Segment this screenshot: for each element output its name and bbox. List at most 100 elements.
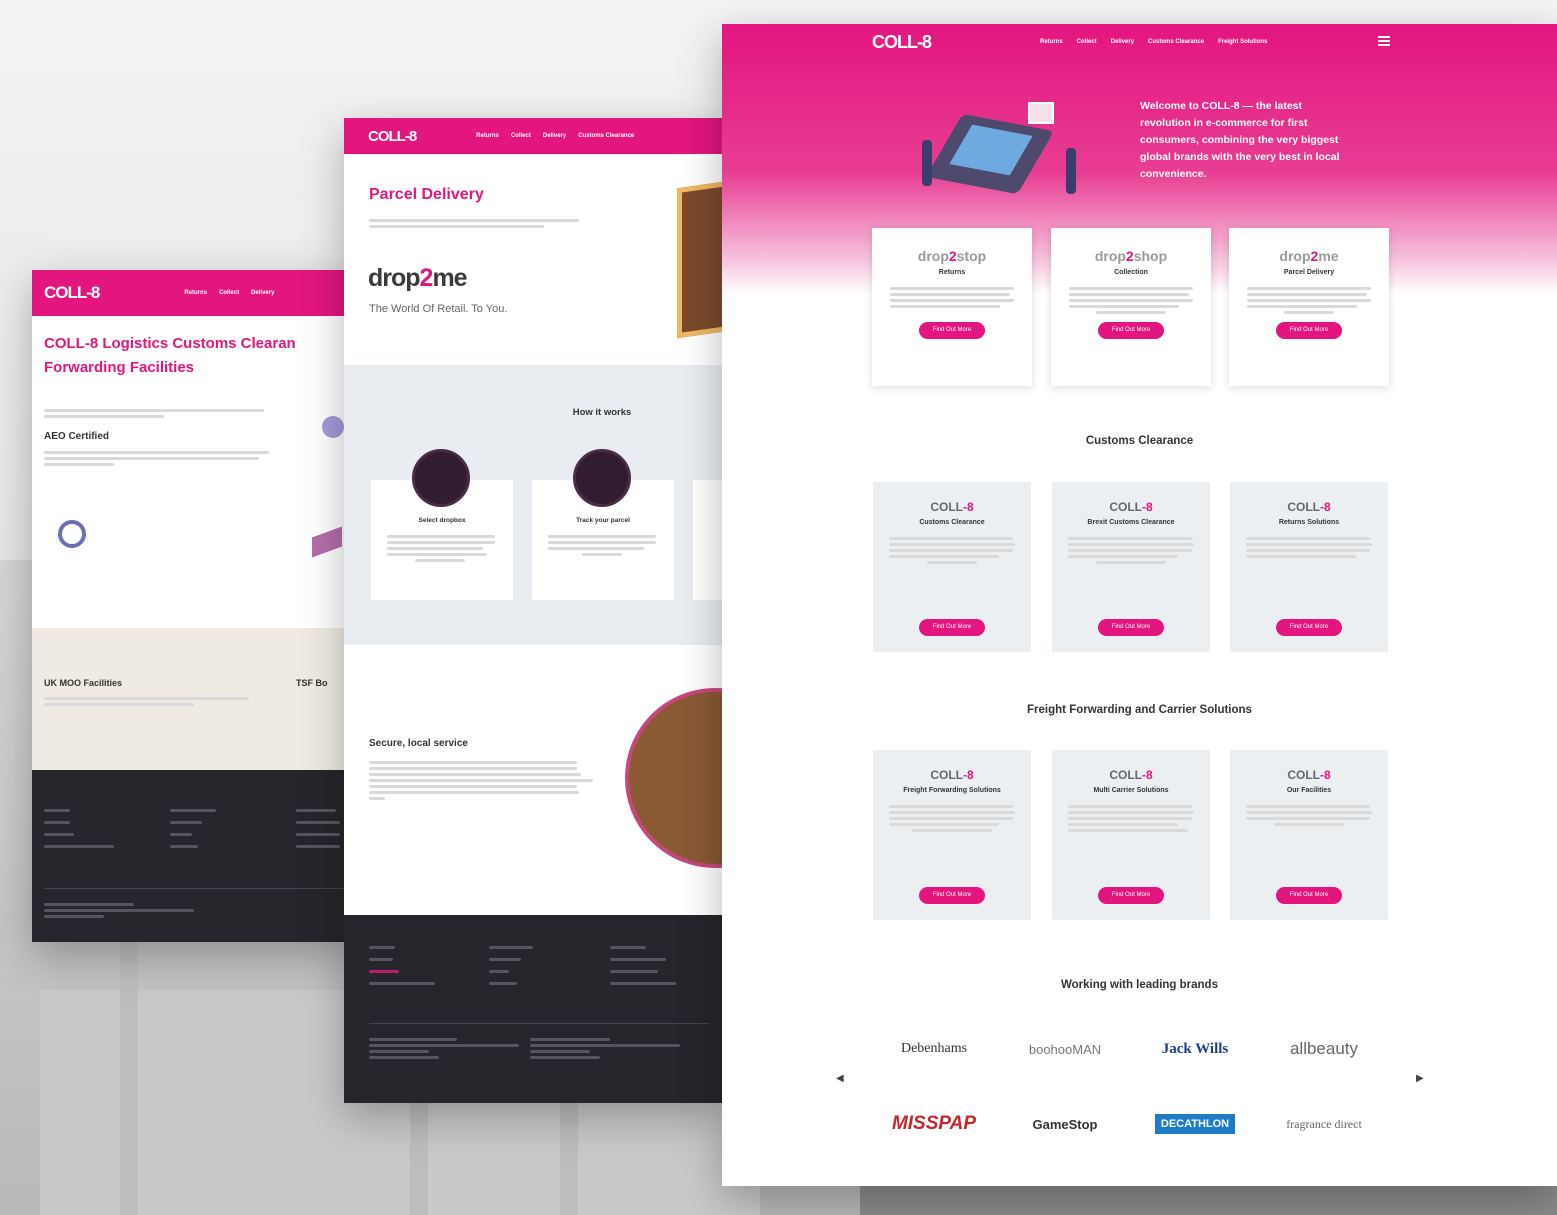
logo-part: drop <box>917 248 949 264</box>
carousel-next-icon[interactable]: ▶ <box>1416 1073 1424 1084</box>
card-title: Parcel Delivery <box>1283 269 1335 276</box>
logo-part: 2 <box>948 248 957 264</box>
service-photo <box>625 688 722 868</box>
decor-circle-icon <box>322 416 344 438</box>
coll8-mini-logo: COLL-8 <box>930 768 974 782</box>
customs-card: COLL-8 Brexit Customs Clearance Find Out… <box>1052 482 1210 652</box>
background-pillar <box>120 940 138 1215</box>
find-out-more-button[interactable]: Find Out More <box>1276 322 1342 339</box>
menu-icon[interactable] <box>1378 36 1390 46</box>
nav-link-returns[interactable]: Returns <box>1040 39 1063 45</box>
card-text <box>1229 276 1389 314</box>
logo-part: drop <box>1279 248 1311 264</box>
card-text <box>1052 794 1210 832</box>
card-title: Our Facilities <box>1286 787 1332 794</box>
card-title: Brexit Customs Clearance <box>1087 519 1175 526</box>
brand-jack-wills: Jack Wills <box>1161 1040 1229 1057</box>
footer-col <box>369 937 435 994</box>
brand-debenhams: Debenhams <box>900 1041 968 1056</box>
coll8-mini-logo: COLL-8 <box>1287 768 1331 782</box>
coll8-mini-logo: COLL-8 <box>1287 500 1331 514</box>
how-card-title: Select dropbox <box>418 517 466 524</box>
nav-link-collect[interactable]: Collect <box>1077 39 1097 45</box>
drop2stop-logo: drop2stop <box>872 248 1032 264</box>
hero-text: Welcome to COLL-8 — the latest revolutio… <box>1140 100 1340 180</box>
coll8-logo[interactable]: COLL-8 <box>368 128 417 145</box>
uk-moo-heading: UK MOO Facilities <box>44 678 123 688</box>
facilities-section: UK MOO Facilities TSF Bo <box>32 628 362 770</box>
logo-part: me <box>432 264 467 292</box>
parcel-delivery-card: drop2me Parcel Delivery Find Out More <box>1229 228 1389 386</box>
find-out-more-button[interactable]: Find Out More <box>919 887 985 904</box>
drop2shop-logo: drop2shop <box>1051 248 1211 264</box>
background-building-dark <box>860 1185 1557 1215</box>
illustration-icon <box>312 526 342 558</box>
nav-menu: Returns Collect Delivery Customs Clearan… <box>1040 39 1267 45</box>
coll8-logo[interactable]: COLL-8 <box>872 32 932 53</box>
card-text <box>1051 276 1211 314</box>
person-icon <box>922 140 932 186</box>
footer <box>344 915 722 1103</box>
nav-link-customs[interactable]: Customs Clearance <box>578 133 634 139</box>
nav-link-returns[interactable]: Returns <box>476 133 499 139</box>
intro-text <box>369 216 584 231</box>
drop2me-logo: drop2me <box>1229 248 1389 264</box>
nav-link-delivery[interactable]: Delivery <box>543 133 566 139</box>
footer-address <box>530 1035 680 1062</box>
coll8-mini-logo: COLL-8 <box>1109 500 1153 514</box>
customs-card: COLL-8 Customs Clearance Find Out More <box>873 482 1031 652</box>
footer-col <box>170 800 220 857</box>
find-out-more-button[interactable]: Find Out More <box>1098 887 1164 904</box>
brands-heading: Working with leading brands <box>1061 979 1218 991</box>
nav-link-collect[interactable]: Collect <box>511 133 531 139</box>
nav-link-delivery[interactable]: Delivery <box>251 290 274 296</box>
nav-link-freight[interactable]: Freight Solutions <box>1218 39 1267 45</box>
find-out-more-button[interactable]: Find Out More <box>919 619 985 636</box>
card-title: Freight Forwarding Solutions <box>903 787 1001 794</box>
find-out-more-button[interactable]: Find Out More <box>919 322 985 339</box>
page-title: Parcel Delivery <box>369 186 484 203</box>
nav-link-collect[interactable]: Collect <box>219 290 239 296</box>
tsf-heading: TSF Bo <box>296 678 328 688</box>
header-bar: COLL-8 Returns Collect Delivery Customs … <box>344 118 722 154</box>
footer-divider <box>369 1023 709 1024</box>
card-text <box>873 526 1031 564</box>
find-out-more-button[interactable]: Find Out More <box>1098 619 1164 636</box>
logo-part: 2 <box>419 264 434 292</box>
nav-link-customs[interactable]: Customs Clearance <box>1148 39 1204 45</box>
how-heading: How it works <box>572 407 632 418</box>
freight-heading: Freight Forwarding and Carrier Solutions <box>1027 704 1252 716</box>
gift-icon <box>1028 102 1054 124</box>
find-out-more-button[interactable]: Find Out More <box>1276 619 1342 636</box>
footer-col <box>296 800 346 857</box>
logo-part: drop <box>1094 248 1126 264</box>
track-parcel-icon <box>573 449 631 507</box>
coll8-mini-logo: COLL-8 <box>930 500 974 514</box>
aeo-badge-icon <box>58 520 86 548</box>
footer-col <box>489 937 533 994</box>
carousel-prev-icon[interactable]: ◀ <box>836 1073 844 1084</box>
logo-part: me <box>1318 248 1339 264</box>
hero-illustration <box>918 92 1086 210</box>
coll8-logo[interactable]: COLL-8 <box>44 283 100 303</box>
drop2me-logo: drop2me <box>368 264 468 293</box>
decathlon-label: DECATHLON <box>1154 1114 1236 1134</box>
find-out-more-button[interactable]: Find Out More <box>1276 887 1342 904</box>
how-card-text <box>387 532 497 565</box>
customs-card: COLL-8 Returns Solutions Find Out More <box>1230 482 1388 652</box>
footer-col <box>610 937 676 994</box>
how-card <box>693 480 722 600</box>
card-title: Returns <box>938 269 966 276</box>
freight-card: COLL-8 Multi Carrier Solutions Find Out … <box>1052 750 1210 920</box>
retail-illustration-icon <box>677 179 722 339</box>
intro-text <box>32 380 272 418</box>
nav-link-returns[interactable]: Returns <box>184 290 207 296</box>
card-text <box>872 276 1032 308</box>
card-title: Returns Solutions <box>1278 519 1340 526</box>
find-out-more-button[interactable]: Find Out More <box>1098 322 1164 339</box>
header-bar: COLL-8 Returns Collect Delivery <box>32 270 362 316</box>
logo-part: drop <box>368 264 421 292</box>
nav-link-delivery[interactable]: Delivery <box>1111 39 1134 45</box>
how-card-title: Track your parcel <box>576 517 630 524</box>
aeo-text <box>32 442 272 466</box>
